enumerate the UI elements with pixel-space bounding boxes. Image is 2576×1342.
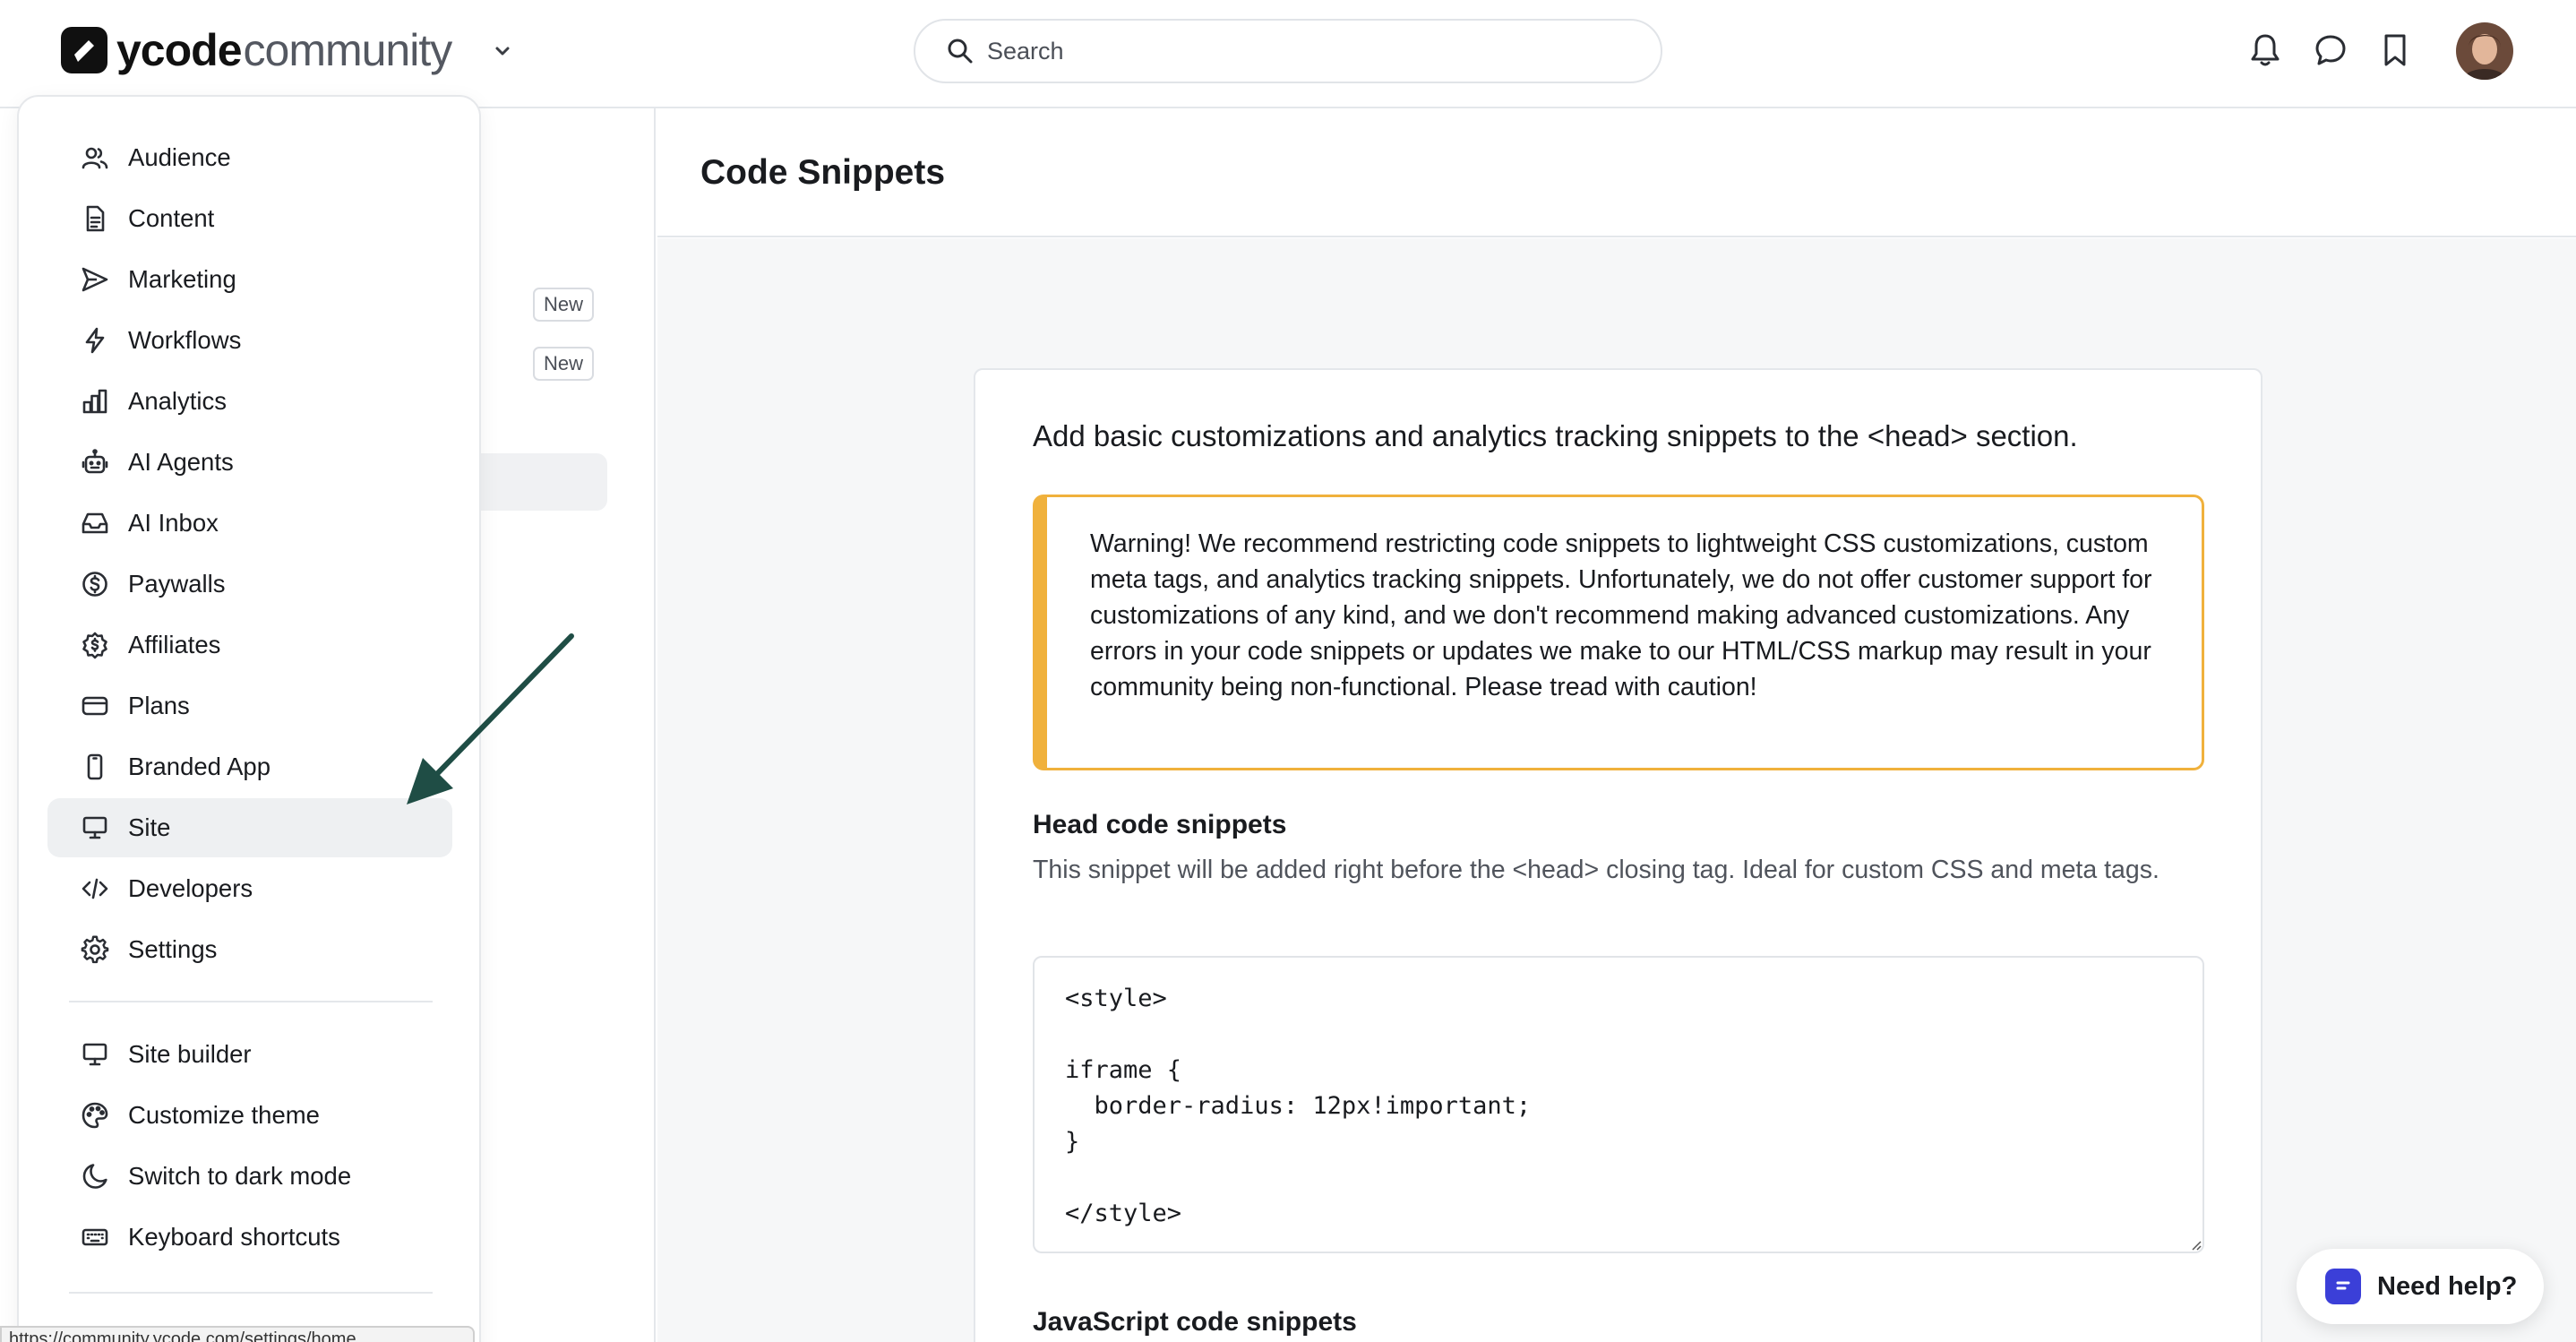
menu-item-label: Marketing [128,265,236,293]
badge-dollar-icon [80,630,110,660]
new-badge: New [533,288,594,322]
menu-item-site-builder[interactable]: Site builder [47,1025,452,1084]
menu-item-branded-app[interactable]: Branded App [47,737,452,796]
menu-item-marketing[interactable]: Marketing [47,250,452,309]
bell-icon[interactable] [2248,32,2282,68]
page-title: Code Snippets [700,153,946,192]
brand-suffix: community [243,25,453,75]
menu-item-analytics[interactable]: Analytics [47,372,452,431]
browser-status-url: https://community.ycode.com/settings/hom… [0,1326,475,1342]
menu-item-label: Plans [128,692,190,719]
moon-icon [80,1161,110,1191]
monitor-icon [80,813,110,843]
dollar-icon [80,569,110,599]
menu-item-workflows[interactable]: Workflows [47,311,452,370]
chat-widget-icon [2325,1269,2361,1304]
menu-item-label: Branded App [128,753,271,780]
menu-item-label: Analytics [128,387,228,415]
lightning-icon [80,325,110,356]
robot-icon [80,447,110,477]
user-avatar[interactable] [2456,22,2513,80]
document-icon [80,203,110,234]
new-badge: New [533,347,594,381]
code-snippets-card: Add basic customizations and analytics t… [974,368,2263,1342]
phone-icon [80,752,110,782]
js-snippets-title: JavaScript code snippets [1033,1307,1357,1337]
menu-item-plans[interactable]: Plans [47,676,452,736]
bookmark-icon[interactable] [2379,32,2411,68]
menu-item-customize-theme[interactable]: Customize theme [47,1086,452,1145]
search-icon [946,37,975,65]
need-help-label: Need help? [2377,1271,2518,1301]
menu-item-label: Audience [128,143,231,171]
palette-icon [80,1100,110,1131]
bar-chart-icon [80,386,110,417]
menu-item-label: Paywalls [128,570,226,598]
need-help-button[interactable]: Need help? [2297,1249,2544,1324]
credit-card-icon [80,691,110,721]
warning-text: Warning! We recommend restricting code s… [1090,529,2152,701]
head-snippets-description: This snippet will be added right before … [1033,856,2160,884]
menu-item-affiliates[interactable]: Affiliates [47,615,452,675]
code-icon [80,873,110,904]
menu-item-paywalls[interactable]: Paywalls [47,555,452,614]
menu-item-label: Content [128,204,215,232]
head-snippets-title: Head code snippets [1033,810,1287,839]
menu-item-label: AI Agents [128,448,234,476]
menu-item-label: Switch to dark mode [128,1162,352,1190]
users-icon [80,142,110,173]
menu-item-ai-agents[interactable]: AI Agents [47,433,452,492]
gear-icon [80,934,110,965]
page-header: Code Snippets [657,108,2576,237]
menu-item-ai-inbox[interactable]: AI Inbox [47,494,452,553]
menu-item-label: AI Inbox [128,509,219,537]
warning-callout: Warning! We recommend restricting code s… [1033,495,2204,770]
card-intro: Add basic customizations and analytics t… [1033,419,2078,452]
menu-item-keyboard-shortcuts[interactable]: Keyboard shortcuts [47,1208,452,1267]
keyboard-icon [80,1222,110,1252]
chat-icon[interactable] [2313,32,2348,68]
brand-name: ycode [116,25,243,75]
menu-item-label: Site builder [128,1040,252,1068]
menu-item-label: Keyboard shortcuts [128,1223,340,1251]
brand-logo[interactable]: ycode community [61,23,453,77]
menu-item-label: Developers [128,874,253,902]
menu-item-site[interactable]: Site [47,798,452,857]
search-input[interactable] [987,37,1614,65]
search-bar[interactable] [914,19,1662,83]
menu-item-label: Customize theme [128,1101,320,1129]
menu-item-label: Affiliates [128,631,221,658]
menu-item-audience[interactable]: Audience [47,128,452,187]
resize-handle-icon[interactable] [2191,1240,2202,1251]
annotation-arrow [394,627,582,815]
menu-divider [69,1001,433,1002]
menu-item-settings[interactable]: Settings [47,920,452,979]
inbox-icon [80,508,110,538]
ycode-logo-icon [61,27,107,73]
top-bar: ycode community [0,0,2576,108]
menu-item-label: Workflows [128,326,242,354]
head-code-editor[interactable] [1033,956,2204,1253]
chevron-down-icon[interactable] [493,41,512,61]
menu-item-content[interactable]: Content [47,189,452,248]
monitor-icon [80,1039,110,1070]
send-icon [80,264,110,295]
menu-divider [69,1292,433,1294]
menu-item-label: Settings [128,935,218,963]
menu-item-developers[interactable]: Developers [47,859,452,918]
menu-item-label: Site [128,813,171,841]
menu-item-dark-mode[interactable]: Switch to dark mode [47,1147,452,1206]
